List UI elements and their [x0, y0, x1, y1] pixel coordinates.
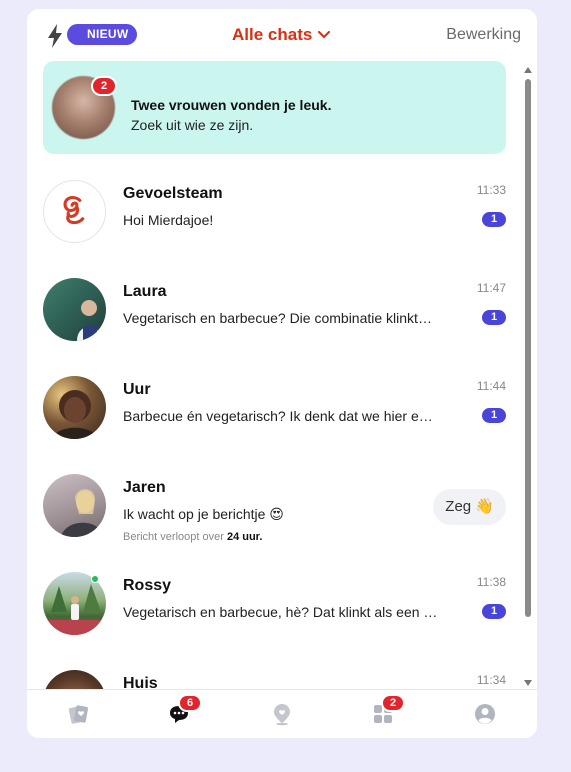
tab-chats[interactable]: 6: [168, 694, 202, 726]
chat-time: 11:44: [476, 379, 506, 393]
avatar: [43, 376, 106, 439]
chat-panel: NIEUW Alle chats Bewerking 2 Twee vrouwe…: [27, 9, 537, 738]
chat-time: 11:38: [476, 575, 506, 589]
new-badge[interactable]: NIEUW: [67, 24, 137, 45]
chat-preview: Vegetarisch en barbecue, hè? Dat klinkt …: [123, 604, 438, 620]
say-hi-button[interactable]: Zeg 👋: [433, 489, 506, 525]
chevron-down-icon: [318, 31, 331, 39]
bottom-tab-bar: 6 2: [27, 689, 537, 738]
location-heart-icon: [274, 704, 290, 726]
avatar: [43, 180, 106, 243]
avatar: [43, 474, 106, 537]
chat-filter-dropdown[interactable]: Alle chats: [232, 24, 331, 46]
banner-subtitle: Zoek uit wie ze zijn.: [131, 117, 254, 133]
avatar: [43, 278, 106, 341]
online-indicator: [91, 575, 99, 583]
unread-badge: 1: [482, 408, 506, 423]
chat-list[interactable]: Gevoelsteam Hoi Mierdajoe! 11:33 1 Laura…: [27, 161, 522, 689]
scroll-up-arrow[interactable]: [524, 67, 532, 73]
scroll-down-arrow[interactable]: [524, 680, 532, 686]
explore-count-badge: 2: [381, 694, 405, 712]
page-title: Alle chats: [232, 25, 313, 44]
unread-badge: 1: [482, 212, 506, 227]
avatar-photo: [77, 300, 101, 341]
chat-preview: Vegetarisch en barbecue? Die combinatie …: [123, 310, 432, 326]
cards-icon: [68, 705, 88, 724]
avatar-photo: [61, 489, 103, 537]
chat-row-rossy[interactable]: Rossy Vegetarisch en barbecue, hè? Dat k…: [27, 553, 522, 651]
chat-row-laura[interactable]: Laura Vegetarisch en barbecue? Die combi…: [27, 259, 522, 357]
tab-explore[interactable]: 2: [371, 694, 405, 726]
new-badge-label: NIEUW: [87, 27, 129, 41]
chat-preview: Barbecue én vegetarisch? Ik denk dat we …: [123, 408, 433, 424]
chats-count-badge: 6: [178, 694, 202, 712]
avatar: [43, 670, 106, 689]
chat-time: 11:33: [476, 183, 506, 197]
chat-row-uur[interactable]: Uur Barbecue én vegetarisch? Ik denk dat…: [27, 357, 522, 455]
chat-preview: Hoi Mierdajoe!: [123, 212, 214, 228]
expiry-notice: Bericht verloopt over 24 uur.: [123, 531, 262, 543]
chat-time: 11:34: [476, 673, 506, 687]
unread-badge: 1: [482, 310, 506, 325]
likes-banner[interactable]: 2 Twee vrouwen vonden je leuk. Zoek uit …: [43, 61, 506, 154]
brand-logo-icon: [63, 196, 85, 225]
lightning-icon[interactable]: [47, 24, 63, 48]
expiry-prefix: Bericht verloopt over: [123, 531, 224, 543]
avatar-photo: [53, 390, 97, 439]
edit-button[interactable]: Bewerking: [446, 24, 521, 46]
chat-time: 11:47: [476, 281, 506, 295]
scrollbar-thumb[interactable]: [525, 79, 531, 617]
chat-row-huis[interactable]: Huis 11:34: [27, 651, 522, 689]
expiry-value: 24 uur.: [226, 531, 263, 543]
tab-discover[interactable]: [67, 702, 91, 726]
chat-name: Huis: [123, 675, 158, 689]
banner-title: Twee vrouwen vonden je leuk.: [131, 97, 332, 113]
tab-profile[interactable]: [473, 702, 497, 726]
chat-row-gevoelsteam[interactable]: Gevoelsteam Hoi Mierdajoe! 11:33 1: [27, 161, 522, 259]
chat-name: Uur: [123, 381, 151, 398]
unread-badge: 1: [482, 604, 506, 619]
profile-icon: [475, 704, 495, 724]
chat-preview: Ik wacht op je berichtje 😍: [123, 506, 284, 522]
header: NIEUW Alle chats Bewerking: [27, 9, 537, 59]
chat-name: Rossy: [123, 577, 172, 594]
chat-name: Gevoelsteam: [123, 185, 223, 202]
tab-nearby[interactable]: [270, 702, 294, 726]
chat-row-jaren[interactable]: Jaren Ik wacht op je berichtje 😍 Bericht…: [27, 455, 522, 553]
chat-name: Jaren: [123, 479, 166, 496]
chat-name: Laura: [123, 283, 167, 300]
likes-count-badge: 2: [91, 76, 117, 96]
